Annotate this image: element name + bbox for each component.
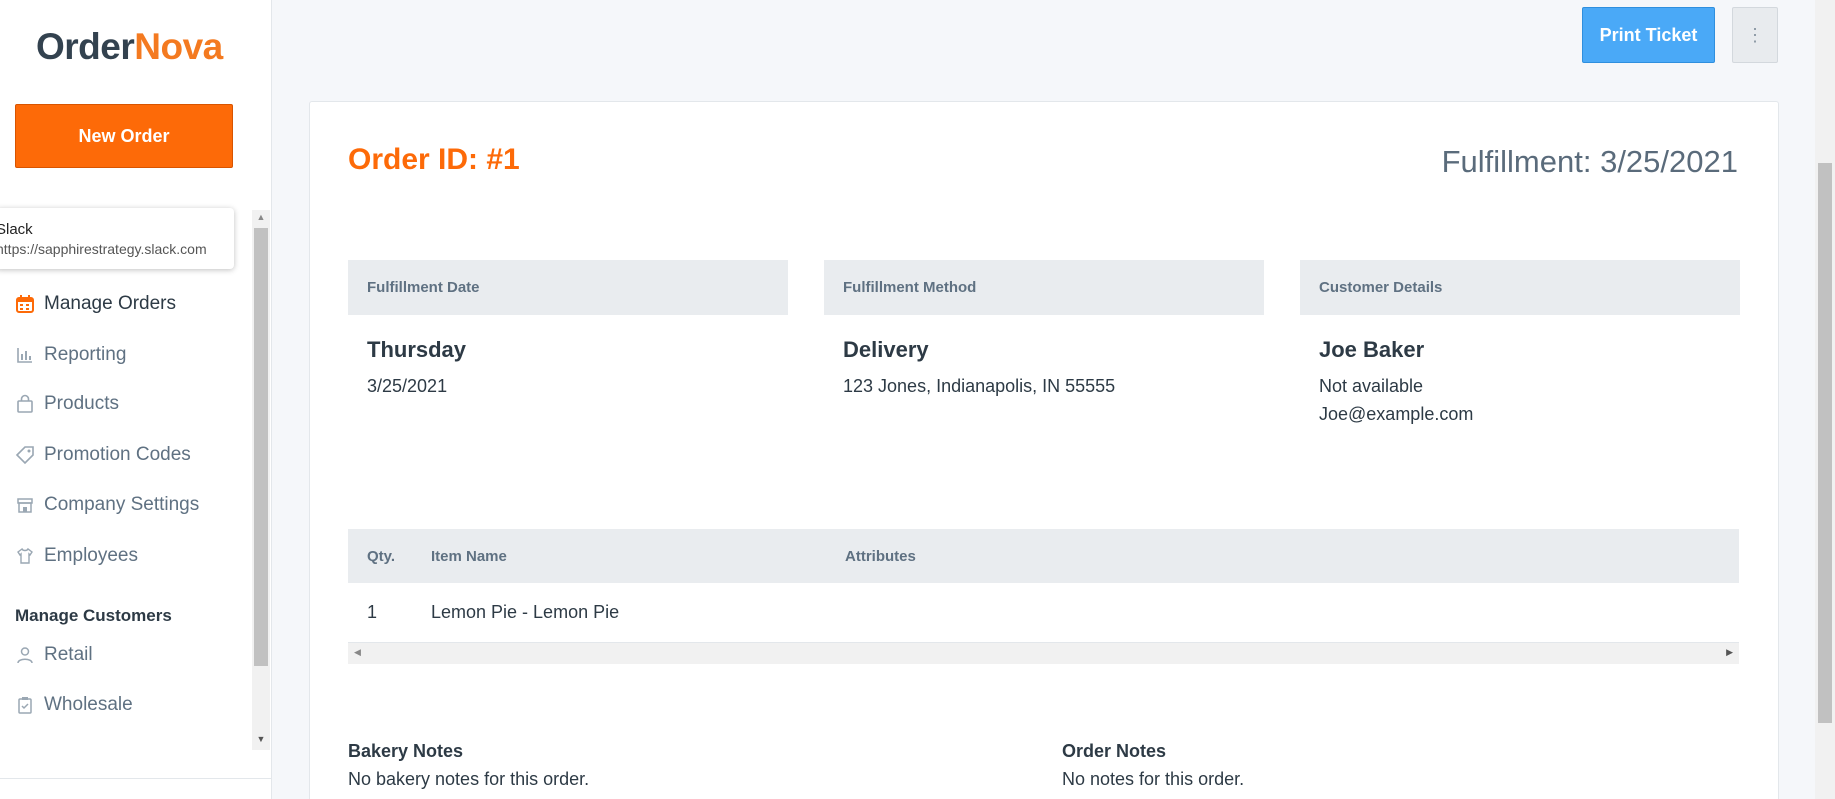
vertical-dots-icon: ⋮: [1746, 24, 1764, 45]
slack-tooltip: Slack https://sapphirestrategy.slack.com: [0, 208, 234, 269]
sidebar-item-products[interactable]: Products: [14, 389, 119, 419]
bar-chart-icon: [14, 344, 36, 366]
sidebar-item-company-settings[interactable]: Company Settings: [14, 490, 199, 520]
sidebar-item-label: Company Settings: [44, 494, 200, 515]
page-scrollbar[interactable]: [1815, 0, 1835, 799]
sidebar-item-label: Retail: [44, 644, 93, 665]
sidebar-divider: [0, 778, 271, 779]
table-cell-qty: 1: [367, 602, 378, 622]
scroll-up-arrow-icon[interactable]: ▲: [254, 210, 268, 224]
fulfillment-date-header: Fulfillment Date: [348, 260, 788, 315]
customer-name: Joe Baker: [1319, 337, 1425, 362]
table-horizontal-scrollbar[interactable]: ◀ ▶: [348, 643, 1739, 664]
scroll-left-arrow-icon[interactable]: ◀: [354, 647, 361, 658]
brand-logo[interactable]: OrderNova: [36, 26, 223, 68]
table-cell-item-name: Lemon Pie - Lemon Pie: [431, 602, 620, 622]
sidebar-item-employees[interactable]: Employees: [14, 541, 138, 571]
print-ticket-button[interactable]: Print Ticket: [1582, 7, 1715, 63]
customer-phone: Not available: [1319, 376, 1424, 396]
sidebar-item-label: Wholesale: [44, 694, 133, 715]
tooltip-title: Slack: [0, 221, 33, 238]
customer-email[interactable]: Joe@example.com: [1319, 404, 1473, 425]
sidebar-item-label: Manage Orders: [44, 293, 177, 314]
sidebar-item-reporting[interactable]: Reporting: [14, 340, 126, 370]
column-header-item-name: Item Name: [431, 548, 507, 565]
scroll-right-arrow-icon[interactable]: ▶: [1726, 647, 1733, 658]
sidebar-item-manage-orders[interactable]: Manage Orders: [14, 289, 176, 319]
order-notes-text: No notes for this order.: [1062, 769, 1245, 789]
fulfillment-day: Thursday: [367, 337, 467, 362]
sidebar-item-label: Products: [44, 393, 119, 414]
clipboard-check-icon: [14, 694, 36, 716]
brand-logo-part1: Order: [36, 26, 135, 67]
sidebar-item-wholesale[interactable]: Wholesale: [14, 690, 133, 720]
fulfillment-date-value: 3/25/2021: [367, 376, 448, 396]
sidebar-item-label: Reporting: [44, 344, 127, 365]
calendar-icon: [14, 293, 36, 315]
sidebar-item-retail[interactable]: Retail: [14, 640, 93, 670]
bakery-notes-text: No bakery notes for this order.: [348, 769, 590, 789]
store-icon: [14, 494, 36, 516]
bakery-notes-title: Bakery Notes: [348, 741, 464, 761]
more-options-button[interactable]: ⋮: [1732, 7, 1778, 63]
user-icon: [14, 644, 36, 666]
column-header-attributes: Attributes: [845, 548, 916, 565]
sidebar-scrollbar-thumb[interactable]: [254, 228, 268, 666]
items-table-header: Qty. Item Name Attributes: [348, 529, 1739, 583]
order-notes-title: Order Notes: [1062, 741, 1167, 761]
order-card: [309, 101, 1779, 799]
scroll-down-arrow-icon[interactable]: ▼: [254, 732, 268, 746]
tag-icon: [14, 444, 36, 466]
shirt-icon: [14, 545, 36, 567]
sidebar-item-promotion-codes[interactable]: Promotion Codes: [14, 440, 191, 470]
tooltip-url: https://sapphirestrategy.slack.com: [0, 241, 207, 257]
new-order-button[interactable]: New Order: [15, 104, 233, 168]
fulfillment-method-value: Delivery: [843, 337, 929, 362]
manage-customers-heading: Manage Customers: [15, 606, 172, 625]
order-id-title: Order ID: #1: [348, 143, 520, 176]
fulfillment-heading: Fulfillment: 3/25/2021: [1441, 144, 1738, 179]
app-root: OrderNova New Order ▲ ▼ Manage Orders Re…: [0, 0, 1835, 799]
brand-logo-part2: Nova: [134, 26, 223, 67]
sidebar-item-label: Promotion Codes: [44, 444, 191, 465]
shopping-bag-icon: [14, 393, 36, 415]
sidebar-item-label: Employees: [44, 545, 138, 566]
column-header-qty: Qty.: [367, 548, 396, 565]
page-scrollbar-thumb[interactable]: [1818, 163, 1832, 723]
customer-details-header: Customer Details: [1300, 260, 1740, 315]
fulfillment-method-header: Fulfillment Method: [824, 260, 1264, 315]
sidebar: OrderNova New Order ▲ ▼ Manage Orders Re…: [0, 0, 272, 799]
delivery-address: 123 Jones, Indianapolis, IN 55555: [843, 376, 1116, 396]
